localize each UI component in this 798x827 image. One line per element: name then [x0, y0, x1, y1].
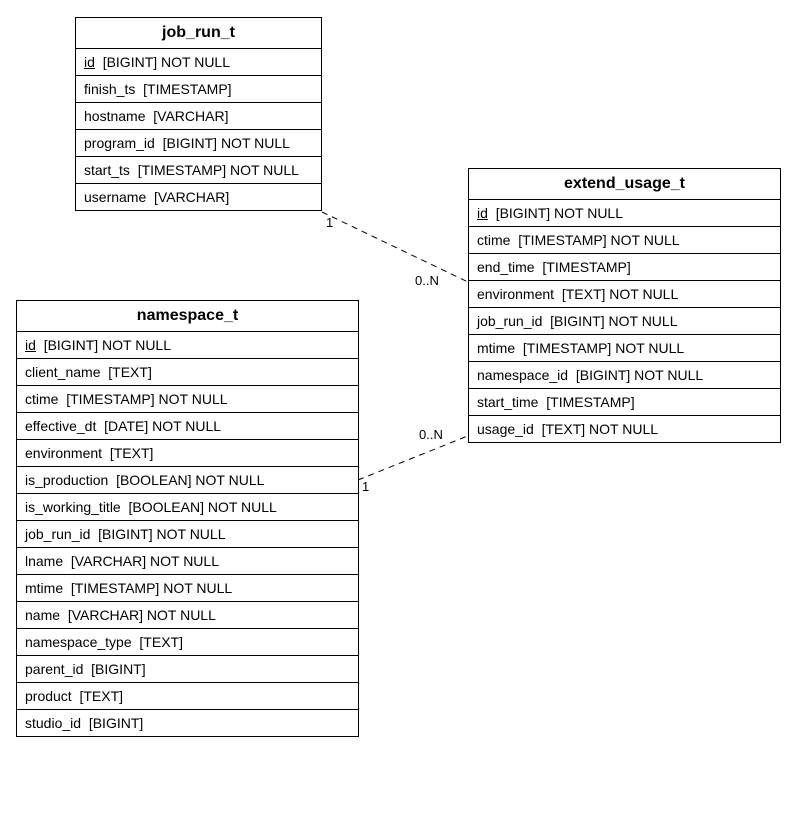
column-row: hostname [VARCHAR]: [76, 103, 321, 130]
column-row: client_name [TEXT]: [17, 359, 358, 386]
column-row: effective_dt [DATE] NOT NULL: [17, 413, 358, 440]
entity-title: job_run_t: [76, 18, 321, 49]
entity-namespace-t: namespace_t id [BIGINT] NOT NULL client_…: [16, 300, 359, 737]
column-row: job_run_id [BIGINT] NOT NULL: [17, 521, 358, 548]
column-row: usage_id [TEXT] NOT NULL: [469, 416, 780, 442]
column-row: username [VARCHAR]: [76, 184, 321, 210]
column-row: end_time [TIMESTAMP]: [469, 254, 780, 281]
column-row: ctime [TIMESTAMP] NOT NULL: [469, 227, 780, 254]
column-row: ctime [TIMESTAMP] NOT NULL: [17, 386, 358, 413]
column-row: start_time [TIMESTAMP]: [469, 389, 780, 416]
column-row: environment [TEXT]: [17, 440, 358, 467]
column-row: job_run_id [BIGINT] NOT NULL: [469, 308, 780, 335]
column-row: mtime [TIMESTAMP] NOT NULL: [469, 335, 780, 362]
column-row: id [BIGINT] NOT NULL: [469, 200, 780, 227]
column-row: mtime [TIMESTAMP] NOT NULL: [17, 575, 358, 602]
column-row: start_ts [TIMESTAMP] NOT NULL: [76, 157, 321, 184]
column-row: id [BIGINT] NOT NULL: [76, 49, 321, 76]
cardinality-label: 0..N: [415, 273, 439, 288]
column-row: is_working_title [BOOLEAN] NOT NULL: [17, 494, 358, 521]
cardinality-label: 0..N: [419, 427, 443, 442]
column-row: is_production [BOOLEAN] NOT NULL: [17, 467, 358, 494]
column-row: studio_id [BIGINT]: [17, 710, 358, 736]
column-row: product [TEXT]: [17, 683, 358, 710]
column-row: namespace_id [BIGINT] NOT NULL: [469, 362, 780, 389]
column-row: environment [TEXT] NOT NULL: [469, 281, 780, 308]
entity-title: namespace_t: [17, 301, 358, 332]
column-row: parent_id [BIGINT]: [17, 656, 358, 683]
column-row: name [VARCHAR] NOT NULL: [17, 602, 358, 629]
column-row: finish_ts [TIMESTAMP]: [76, 76, 321, 103]
cardinality-label: 1: [362, 479, 369, 494]
entity-extend-usage-t: extend_usage_t id [BIGINT] NOT NULL ctim…: [468, 168, 781, 443]
column-row: namespace_type [TEXT]: [17, 629, 358, 656]
column-row: id [BIGINT] NOT NULL: [17, 332, 358, 359]
entity-title: extend_usage_t: [469, 169, 780, 200]
column-row: lname [VARCHAR] NOT NULL: [17, 548, 358, 575]
entity-job-run-t: job_run_t id [BIGINT] NOT NULL finish_ts…: [75, 17, 322, 211]
cardinality-label: 1: [326, 215, 333, 230]
column-row: program_id [BIGINT] NOT NULL: [76, 130, 321, 157]
